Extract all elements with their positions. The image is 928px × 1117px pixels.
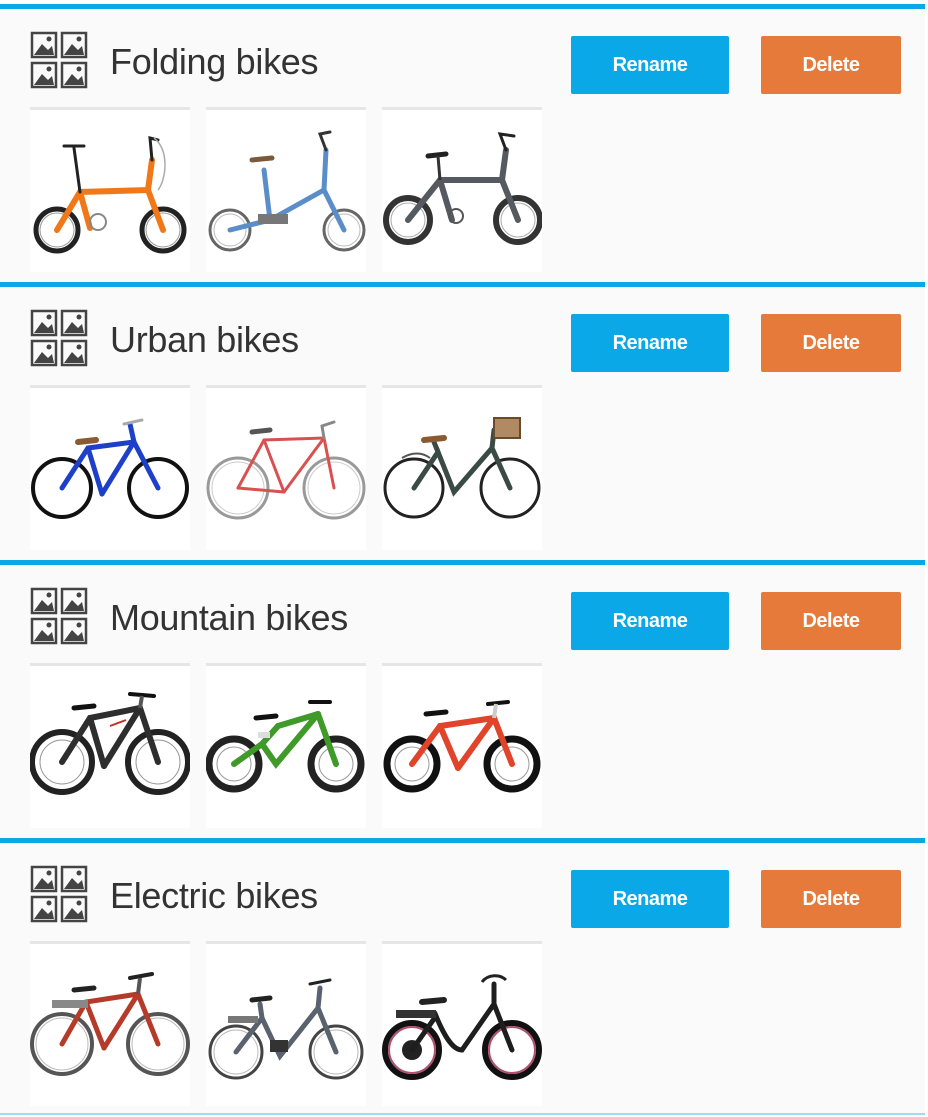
category-card-folding: Folding bikes Rename Delete [0,4,925,282]
bike-thumbnail[interactable] [206,941,366,1106]
folding-bike-orange-icon [33,136,187,254]
delete-button[interactable]: Delete [761,36,901,94]
category-title: Electric bikes [110,875,318,916]
list-bottom-divider [0,1113,925,1115]
bike-thumbnail[interactable] [382,385,542,550]
bike-thumbnail[interactable] [382,663,542,828]
urban-bike-blue-icon [31,418,189,519]
mountain-bike-black-icon [30,692,190,795]
bike-thumbnail[interactable] [30,941,190,1106]
electric-bike-red-icon [30,972,190,1076]
folding-bike-blue-icon [208,130,366,252]
bike-thumbnail[interactable] [30,385,190,550]
bike-thumbnail[interactable] [382,107,542,272]
category-title: Mountain bikes [110,597,348,638]
rename-button[interactable]: Rename [571,36,729,94]
category-card-electric: Electric bikes Rename Delete [0,838,925,1116]
gallery-icon [30,309,88,367]
bike-thumbnail[interactable] [206,663,366,828]
folding-bike-gray-icon [383,132,542,245]
bike-thumbnail[interactable] [206,385,366,550]
category-card-mountain: Mountain bikes Rename Delete [0,560,925,838]
electric-bike-black-icon [382,974,542,1080]
bike-thumbnail[interactable] [30,663,190,828]
gallery-icon [30,865,88,923]
category-list: Folding bikes Rename Delete Urban bikes … [0,0,928,1117]
gallery-icon [30,31,88,89]
rename-button[interactable]: Rename [571,870,729,928]
urban-bike-red-icon [206,420,366,520]
delete-button[interactable]: Delete [761,314,901,372]
category-title: Folding bikes [110,41,319,82]
delete-button[interactable]: Delete [761,592,901,650]
bike-thumbnail[interactable] [206,107,366,272]
rename-button[interactable]: Rename [571,592,729,650]
category-card-urban: Urban bikes Rename Delete [0,282,925,560]
electric-bike-gray-icon [208,978,364,1080]
category-title: Urban bikes [110,319,299,360]
gallery-icon [30,587,88,645]
bike-thumbnail[interactable] [30,107,190,272]
delete-button[interactable]: Delete [761,870,901,928]
bike-thumbnail[interactable] [382,941,542,1106]
rename-button[interactable]: Rename [571,314,729,372]
urban-bike-green-icon [383,417,541,519]
mountain-bike-green-icon [206,700,365,793]
mountain-bike-red-icon [383,700,541,793]
